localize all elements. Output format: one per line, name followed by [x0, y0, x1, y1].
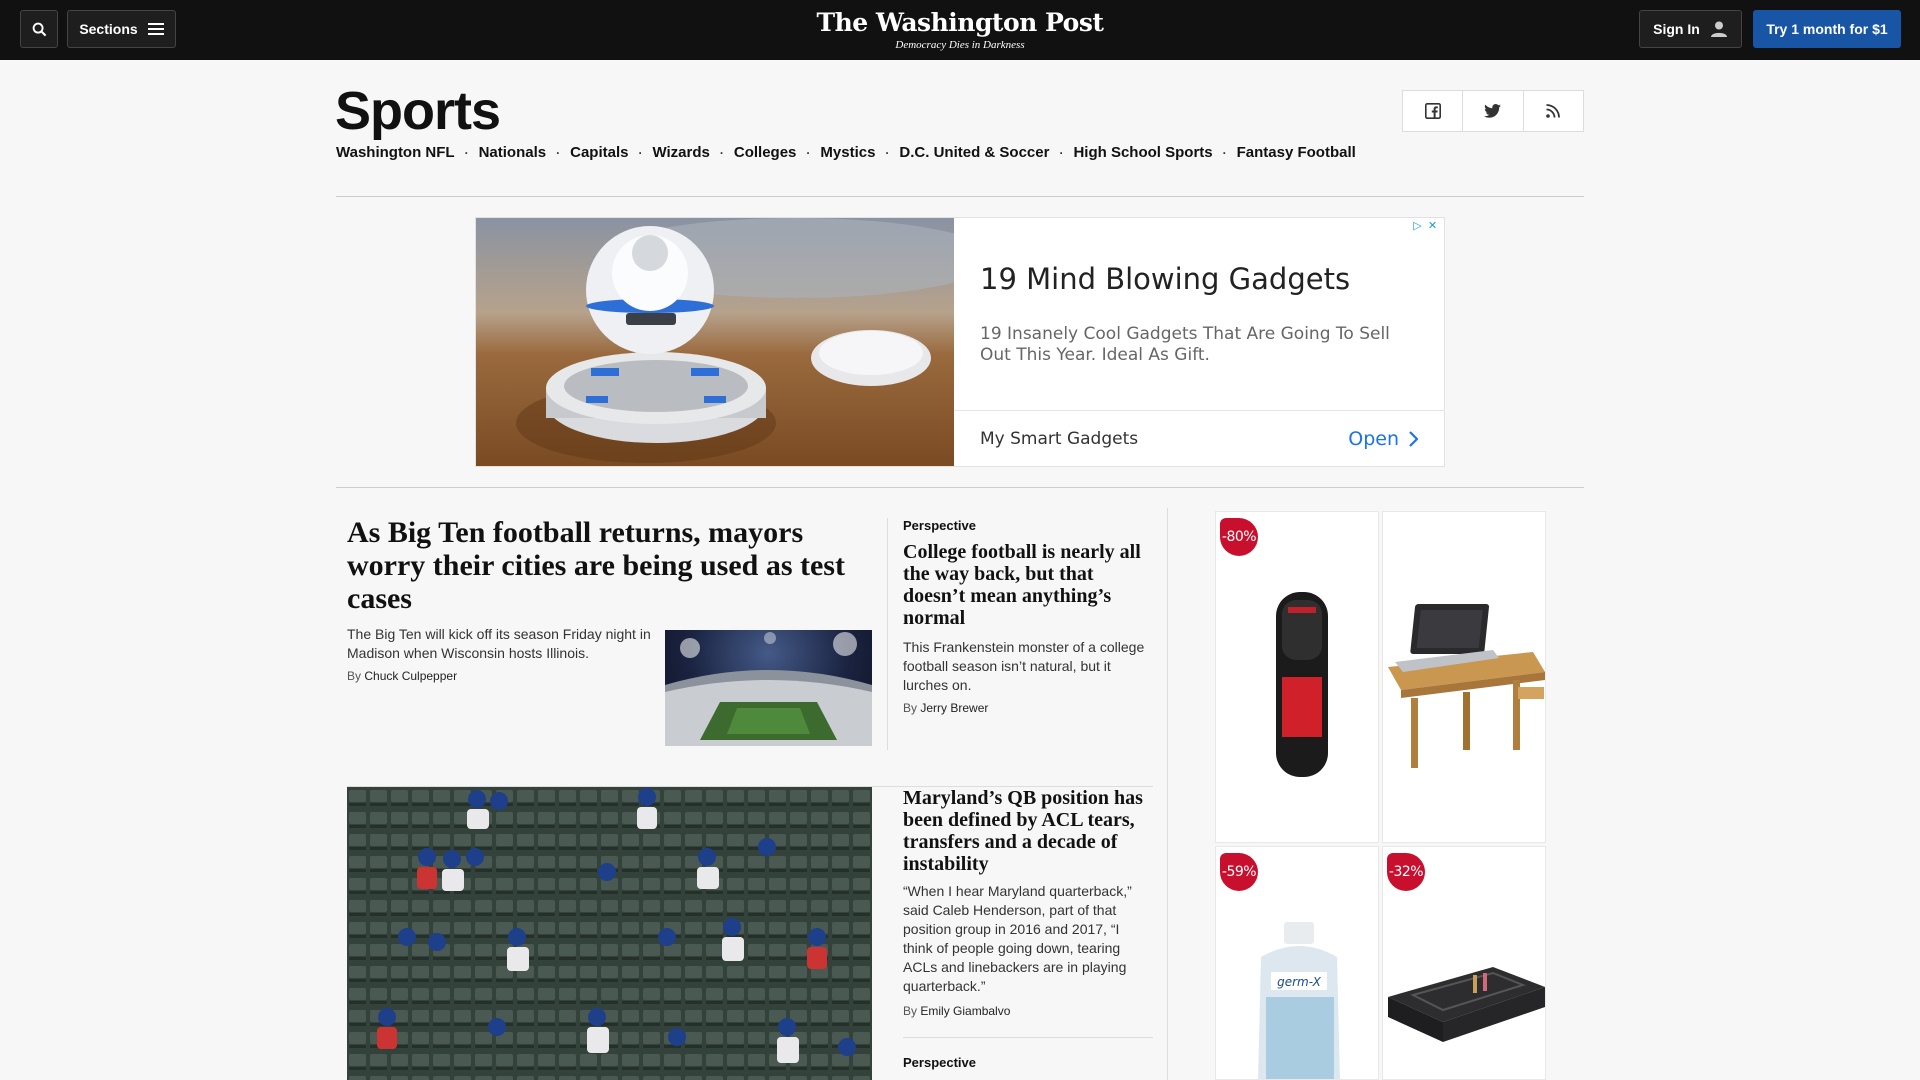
discount-badge: -32% [1387, 853, 1425, 891]
article-author[interactable]: Emily Giambalvo [920, 1004, 1010, 1018]
subnav-separator: · [464, 145, 469, 160]
social-links [1402, 90, 1584, 132]
sign-in-label: Sign In [1653, 21, 1700, 37]
sections-label: Sections [79, 21, 138, 37]
article-byline: By Chuck Culpepper [347, 669, 457, 683]
subnav-item-mystics[interactable]: Mystics [820, 144, 875, 161]
article-headline[interactable]: Maryland’s QB position has been defined … [903, 787, 1143, 875]
subscribe-button[interactable]: Try 1 month for $1 [1753, 10, 1901, 48]
article-blurb: This Frankenstein monster of a college f… [903, 639, 1145, 693]
subnav-item-nationals[interactable]: Nationals [479, 144, 547, 161]
adchoices-icon[interactable]: ▷ [1410, 218, 1425, 233]
search-button[interactable] [20, 10, 58, 48]
page-title: Sports [335, 81, 501, 141]
subnav-separator: · [638, 145, 643, 160]
ad-copy: ▷ ✕ 19 Mind Blowing Gadgets 19 Insanely … [954, 218, 1444, 466]
article-author[interactable]: Chuck Culpepper [364, 669, 457, 683]
stadium-illustration [665, 632, 872, 746]
byline-prefix: By [347, 669, 362, 683]
ad-divider [336, 487, 1584, 488]
twitter-link[interactable] [1463, 91, 1524, 131]
stadium-photo[interactable] [665, 630, 872, 746]
rail-divider [1167, 508, 1168, 1080]
discount-badge: -59% [1220, 853, 1258, 891]
facebook-link[interactable] [1403, 91, 1464, 131]
ad-open-button[interactable]: Open [1348, 428, 1418, 450]
ad-open-label: Open [1348, 427, 1399, 450]
deal-tile-desk-organizer[interactable]: -32% [1382, 846, 1546, 1080]
byline-prefix: By [903, 701, 918, 715]
article-headline[interactable]: As Big Ten football returns, mayors worr… [347, 516, 872, 615]
crowd-photo[interactable] [347, 787, 872, 1080]
subnav-item-washington-nfl[interactable]: Washington NFL [336, 144, 455, 161]
masthead[interactable]: The Washington Post Democracy Dies in Da… [760, 8, 1160, 51]
ad-brand[interactable]: My Smart Gadgets [980, 429, 1138, 449]
deal-tile-usb-drive[interactable]: -80% [1215, 511, 1379, 843]
discount-badge: -80% [1220, 518, 1258, 556]
subnav-separator: · [556, 145, 561, 160]
ad-footer: My Smart Gadgets Open [954, 410, 1444, 466]
header-divider [336, 196, 1584, 197]
subnav-item-colleges[interactable]: Colleges [734, 144, 797, 161]
deal-tile-hand-sanitizer[interactable]: germ-X -59% [1215, 846, 1379, 1080]
subnav-separator: · [885, 145, 890, 160]
user-icon [1710, 21, 1727, 37]
article-kicker: Perspective [903, 1055, 976, 1070]
ad-close-icon[interactable]: ✕ [1425, 218, 1440, 233]
article-headline[interactable]: College football is nearly all the way b… [903, 541, 1158, 629]
rss-icon [1546, 104, 1561, 118]
ad-description: 19 Insanely Cool Gadgets That Are Going … [980, 324, 1390, 365]
ad-title[interactable]: 19 Mind Blowing Gadgets [980, 262, 1350, 296]
rss-link[interactable] [1524, 91, 1583, 131]
chevron-right-icon [1409, 430, 1418, 447]
site-tagline: Democracy Dies in Darkness [895, 39, 1025, 51]
article-author[interactable]: Jerry Brewer [920, 701, 988, 715]
subnav-separator: · [719, 145, 724, 160]
subnav-item-capitals[interactable]: Capitals [570, 144, 628, 161]
article-blurb: “When I hear Maryland quarterback,” said… [903, 883, 1132, 994]
hamburger-icon [147, 23, 164, 35]
byline-prefix: By [903, 1004, 918, 1018]
article-byline: By Jerry Brewer [903, 701, 988, 715]
ad-gadget-image[interactable] [476, 218, 954, 466]
crowd-illustration [347, 787, 872, 1080]
top-bar: Sections The Washington Post Democracy D… [0, 0, 1920, 60]
search-icon [32, 22, 46, 36]
svg-text:germ-X: germ-X [1277, 975, 1322, 989]
laptop-desk-image [1388, 604, 1545, 768]
subnav-separator: · [1059, 145, 1064, 160]
subnav-separator: · [1222, 145, 1227, 160]
sign-in-button[interactable]: Sign In [1639, 10, 1742, 48]
sections-button[interactable]: Sections [67, 10, 176, 48]
subnav-item-high-school-sports[interactable]: High School Sports [1073, 144, 1212, 161]
article-kicker: Perspective [903, 518, 976, 533]
subnav-item-wizards[interactable]: Wizards [652, 144, 709, 161]
site-logo[interactable]: The Washington Post [760, 8, 1160, 38]
article-blurb: The Big Ten will kick off its season Fri… [347, 626, 651, 661]
sports-subnav: Washington NFL · Nationals · Capitals · Wiz… [336, 144, 1356, 161]
ad-choices[interactable]: ▷ ✕ [1410, 218, 1440, 233]
subnav-item-dc-united-soccer[interactable]: D.C. United & Soccer [899, 144, 1049, 161]
story-divider [903, 1037, 1153, 1038]
facebook-icon [1424, 103, 1441, 119]
subnav-item-fantasy-football[interactable]: Fantasy Football [1237, 144, 1356, 161]
deal-tile-laptop-desk[interactable] [1382, 511, 1546, 843]
subnav-separator: · [806, 145, 811, 160]
usb-drive-image [1276, 592, 1328, 777]
banner-ad[interactable]: ▷ ✕ 19 Mind Blowing Gadgets 19 Insanely … [475, 217, 1445, 467]
levitating-speaker-illustration [516, 218, 954, 463]
column-divider [887, 518, 888, 750]
article-byline: By Emily Giambalvo [903, 1004, 1010, 1018]
twitter-icon [1484, 104, 1502, 118]
